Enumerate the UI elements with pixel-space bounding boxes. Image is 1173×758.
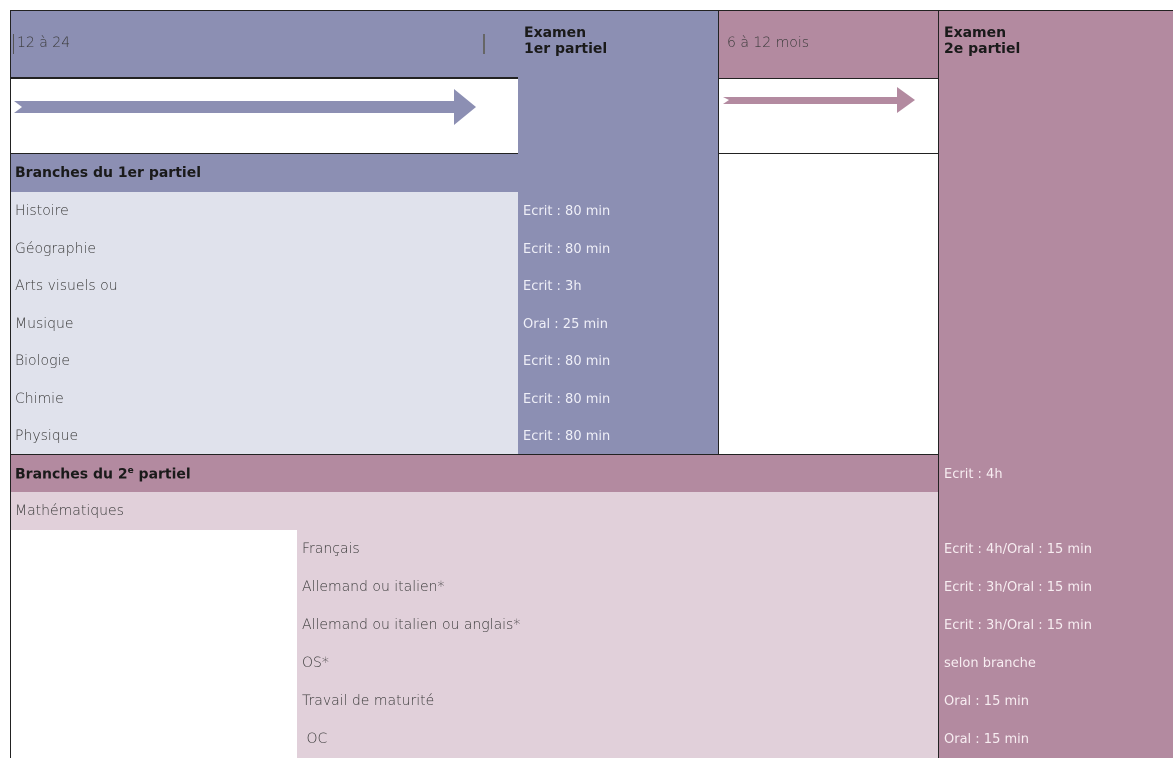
duration-header-1: 12 à 24: [10, 10, 518, 78]
section2-title-end: partiel: [133, 466, 191, 483]
duration-label-1: 12 à 24: [17, 35, 71, 51]
section2-body: [297, 530, 938, 758]
cursor-mark-left: [13, 34, 14, 54]
exam2-header: Examen 2e partiel: [944, 25, 1020, 57]
section1-exam: Ecrit : 3h: [523, 279, 582, 294]
section1-exam: Ecrit : 80 min: [523, 391, 611, 407]
arrow-cell-1: [10, 78, 518, 154]
exam2-header-line2: 2e partiel: [944, 41, 1021, 57]
section1-exam: Ecrit : 80 min: [523, 204, 611, 219]
section1-title-row: Branches du 1er partiel: [10, 154, 518, 192]
exam2-header-line1: Examen: [944, 25, 1007, 41]
section1-title: Branches du 1er partiel: [15, 165, 201, 181]
exam1-column: Examen 1er partiel: [518, 10, 719, 454]
section1-exam: Ecrit : 80 min: [523, 354, 611, 369]
section2-subject: OC: [302, 731, 328, 747]
section1-subject: Biologie: [15, 353, 70, 369]
section2-empty-left: [10, 530, 297, 758]
section2-subject: Allemand ou italien ou anglais*: [302, 617, 521, 633]
section1-subject: Géographie: [15, 240, 97, 257]
section2-title-row: Branches du 2e partiel: [10, 454, 938, 492]
section2-title-main: Branches du 2: [15, 466, 128, 483]
timeline-arrow-2: [723, 87, 915, 113]
arrow-cell-2: [719, 78, 938, 154]
cursor-mark-right: [483, 34, 485, 54]
section1-subject: Arts visuels ou: [15, 278, 118, 294]
section1-subject: Chimie: [15, 390, 64, 407]
section2-subject: Français: [302, 541, 360, 557]
duration-header-2: 6 à 12 mois: [719, 10, 938, 78]
math-row: Mathématiques: [10, 492, 938, 530]
section1-subject: Physique: [15, 428, 79, 444]
section1-exam: Oral : 25 min: [523, 316, 608, 332]
duration-label-2: 6 à 12 mois: [727, 35, 810, 51]
section2-subject: Allemand ou italien*: [302, 579, 445, 595]
empty-cell-mid: [719, 154, 938, 454]
section1-subject: Musique: [15, 315, 74, 332]
section2-subject: Travail de maturité: [302, 693, 435, 709]
section2-exam: Oral : 15 min: [944, 694, 1029, 709]
section2-first-exam: Ecrit : 4h: [944, 467, 1003, 482]
section2-exam: Ecrit : 4h/Oral : 15 min: [944, 542, 1092, 557]
exam2-column: Examen 2e partiel: [938, 10, 1173, 758]
section2-exam: Oral : 15 min: [944, 732, 1029, 747]
timeline-arrow-1: [14, 89, 476, 125]
section1-body: [10, 192, 518, 454]
section2-title: Branches du 2e partiel: [15, 466, 191, 483]
exam1-header-line1: Examen: [524, 25, 587, 41]
section2-exam: Ecrit : 3h/Oral : 15 min: [944, 580, 1092, 595]
section2-exam: selon branche: [944, 656, 1036, 671]
math-label: Mathématiques: [15, 503, 124, 519]
section1-exam: Ecrit : 80 min: [523, 241, 611, 257]
exam1-header-line2: 1er partiel: [524, 41, 608, 57]
section1-exam: Ecrit : 80 min: [523, 429, 611, 444]
exam1-header: Examen 1er partiel: [524, 25, 607, 57]
section2-exam: Ecrit : 3h/Oral : 15 min: [944, 618, 1092, 633]
section1-subject: Histoire: [15, 203, 69, 219]
section2-subject: OS*: [302, 655, 329, 671]
